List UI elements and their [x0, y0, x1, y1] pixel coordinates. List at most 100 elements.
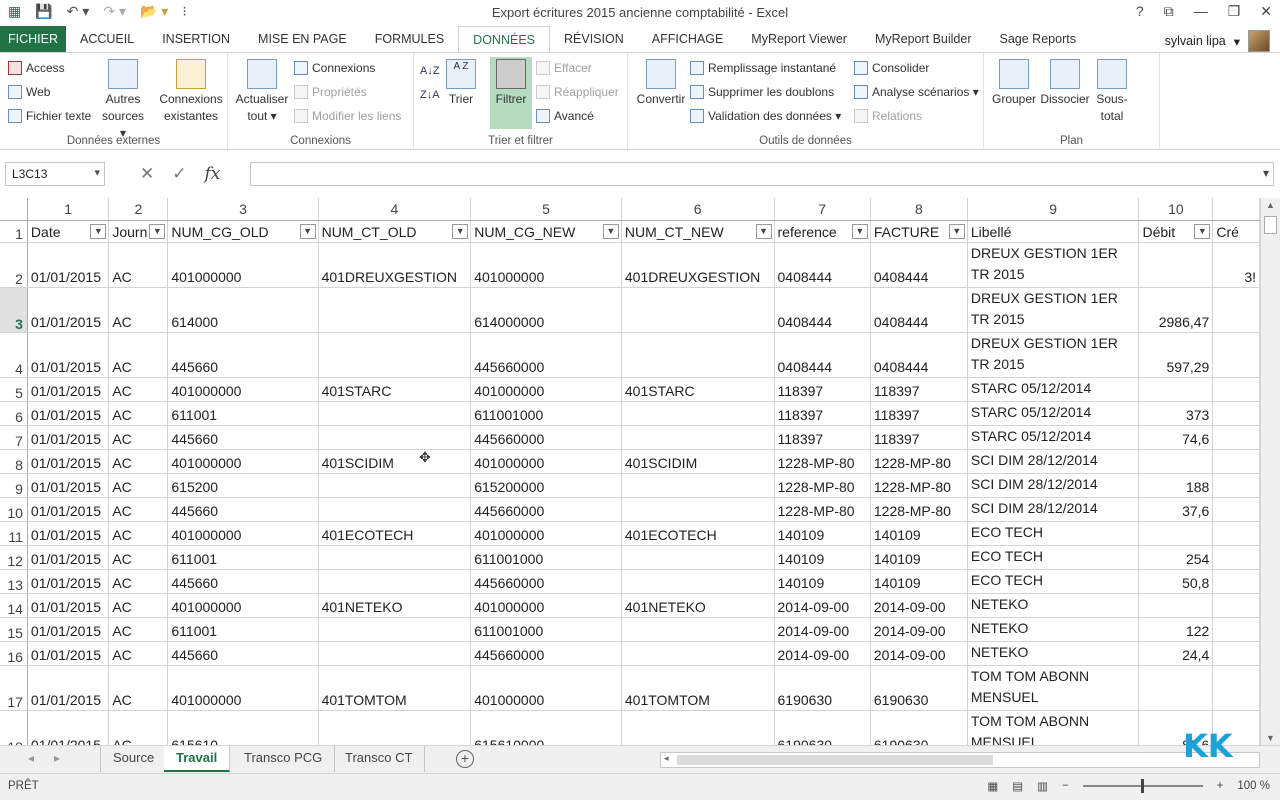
- table-cell[interactable]: [1138, 665, 1214, 711]
- header-cell-num-cg-new[interactable]: NUM_CG_NEW ▼: [470, 220, 622, 243]
- table-cell[interactable]: [1212, 569, 1260, 594]
- filtrer-button[interactable]: Filtrer: [490, 57, 532, 129]
- row-header[interactable]: 5: [0, 377, 28, 402]
- connexions-existantes-button[interactable]: Connexions existantes: [156, 59, 226, 125]
- zoom-level[interactable]: 100 %: [1237, 780, 1270, 792]
- table-cell[interactable]: 401000000: [167, 593, 319, 618]
- sheet-tab-travail[interactable]: Travail: [164, 746, 231, 772]
- table-cell[interactable]: 01/01/2015: [27, 332, 110, 378]
- zoom-out-icon[interactable]: −: [1062, 780, 1069, 792]
- table-cell[interactable]: [621, 641, 775, 666]
- filter-dropdown-icon[interactable]: ▼: [602, 223, 619, 239]
- header-cell-journal[interactable]: Journ ▼: [108, 220, 169, 243]
- sheet-tab-source[interactable]: Source: [100, 746, 168, 772]
- web-button[interactable]: Web: [8, 85, 50, 99]
- select-all-corner[interactable]: [0, 198, 28, 221]
- column-header[interactable]: [1212, 198, 1260, 221]
- table-cell[interactable]: [318, 497, 472, 522]
- table-cell[interactable]: [318, 287, 472, 333]
- column-header[interactable]: 9: [967, 198, 1140, 221]
- close-button[interactable]: ✕: [1260, 3, 1272, 20]
- table-cell[interactable]: NETEKO: [967, 641, 1140, 666]
- column-header[interactable]: 5: [470, 198, 622, 221]
- row-header[interactable]: 1: [0, 220, 28, 243]
- sous-total-button[interactable]: Sous-total: [1092, 59, 1132, 125]
- minimize-button[interactable]: —: [1194, 3, 1208, 20]
- table-cell[interactable]: 01/01/2015: [27, 473, 110, 498]
- table-cell[interactable]: 0408444: [774, 287, 871, 333]
- table-cell[interactable]: 445660: [167, 332, 319, 378]
- header-cell-facture[interactable]: FACTURE ▼: [870, 220, 968, 243]
- table-cell[interactable]: AC: [108, 287, 169, 333]
- table-cell[interactable]: 401ECOTECH: [318, 521, 472, 546]
- table-cell[interactable]: 611001: [167, 401, 319, 426]
- table-cell[interactable]: 401DREUXGESTION: [621, 242, 775, 288]
- table-cell[interactable]: 615610000: [470, 710, 622, 745]
- filter-dropdown-icon[interactable]: ▼: [299, 223, 316, 239]
- zoom-in-icon[interactable]: +: [1217, 780, 1224, 792]
- table-cell[interactable]: [1138, 521, 1214, 546]
- table-cell[interactable]: 140109: [870, 545, 968, 570]
- restore-button[interactable]: ❐: [1228, 3, 1241, 20]
- table-cell[interactable]: 445660000: [470, 425, 622, 450]
- table-cell[interactable]: AC: [108, 401, 169, 426]
- table-cell[interactable]: 188: [1138, 473, 1214, 498]
- table-cell[interactable]: 401TOMTOM: [621, 665, 775, 711]
- table-cell[interactable]: 0408444: [774, 332, 871, 378]
- table-cell[interactable]: 2014-09-00: [870, 641, 968, 666]
- table-cell[interactable]: 01/01/2015: [27, 569, 110, 594]
- tab-accueil[interactable]: ACCUEIL: [66, 26, 148, 52]
- effacer-button[interactable]: Effacer: [536, 61, 592, 75]
- dissocier-button[interactable]: Dissocier: [1040, 59, 1090, 108]
- table-cell[interactable]: 401000000: [470, 377, 622, 402]
- table-cell[interactable]: 1228-MP-80: [774, 497, 871, 522]
- table-cell[interactable]: [621, 473, 775, 498]
- table-cell[interactable]: 140109: [774, 545, 871, 570]
- tab-donnees[interactable]: DONNÉES: [458, 26, 550, 52]
- table-cell[interactable]: 01/01/2015: [27, 710, 110, 745]
- filter-dropdown-icon[interactable]: ▼: [149, 223, 166, 239]
- sort-az-icon[interactable]: A↓Z: [420, 65, 440, 77]
- header-cell-debit[interactable]: Débit ▼: [1138, 220, 1214, 243]
- table-cell[interactable]: 401000000: [470, 521, 622, 546]
- connexions-button[interactable]: Connexions: [294, 61, 375, 75]
- table-cell[interactable]: 01/01/2015: [27, 377, 110, 402]
- table-cell[interactable]: 2014-09-00: [870, 593, 968, 618]
- table-cell[interactable]: 615200000: [470, 473, 622, 498]
- table-cell[interactable]: AC: [108, 521, 169, 546]
- table-cell[interactable]: AC: [108, 593, 169, 618]
- table-cell[interactable]: 118397: [774, 425, 871, 450]
- table-cell[interactable]: SCI DIM 28/12/2014: [967, 449, 1140, 474]
- doublons-button[interactable]: Supprimer les doublons: [690, 85, 834, 99]
- table-cell[interactable]: [1212, 473, 1260, 498]
- next-sheet-icon[interactable]: ▸: [54, 751, 60, 765]
- avatar[interactable]: [1248, 30, 1270, 52]
- table-cell[interactable]: 401DREUXGESTION: [318, 242, 472, 288]
- table-cell[interactable]: AC: [108, 569, 169, 594]
- row-header[interactable]: 10: [0, 497, 28, 522]
- table-cell[interactable]: 401000000: [470, 593, 622, 618]
- table-cell[interactable]: [621, 425, 775, 450]
- header-cell-credit[interactable]: Cré: [1212, 220, 1260, 243]
- remplissage-button[interactable]: Remplissage instantané: [690, 61, 836, 75]
- table-cell[interactable]: 118397: [870, 425, 968, 450]
- column-header[interactable]: 10: [1138, 198, 1214, 221]
- convertir-button[interactable]: Convertir: [634, 59, 688, 108]
- table-cell[interactable]: 615200: [167, 473, 319, 498]
- table-cell[interactable]: 3!: [1212, 242, 1260, 288]
- table-cell[interactable]: [318, 332, 472, 378]
- table-cell[interactable]: [621, 569, 775, 594]
- table-cell[interactable]: AC: [108, 425, 169, 450]
- tab-revision[interactable]: RÉVISION: [550, 26, 638, 52]
- table-cell[interactable]: 01/01/2015: [27, 641, 110, 666]
- table-cell[interactable]: 37,6: [1138, 497, 1214, 522]
- table-cell[interactable]: 615610: [167, 710, 319, 745]
- row-header[interactable]: 11: [0, 521, 28, 546]
- table-cell[interactable]: 597,29: [1138, 332, 1214, 378]
- tab-affichage[interactable]: AFFICHAGE: [638, 26, 738, 52]
- page-break-view-icon[interactable]: ▥: [1037, 779, 1048, 793]
- table-cell[interactable]: [318, 425, 472, 450]
- table-cell[interactable]: 611001000: [470, 617, 622, 642]
- column-header[interactable]: 7: [774, 198, 871, 221]
- table-cell[interactable]: 2014-09-00: [774, 617, 871, 642]
